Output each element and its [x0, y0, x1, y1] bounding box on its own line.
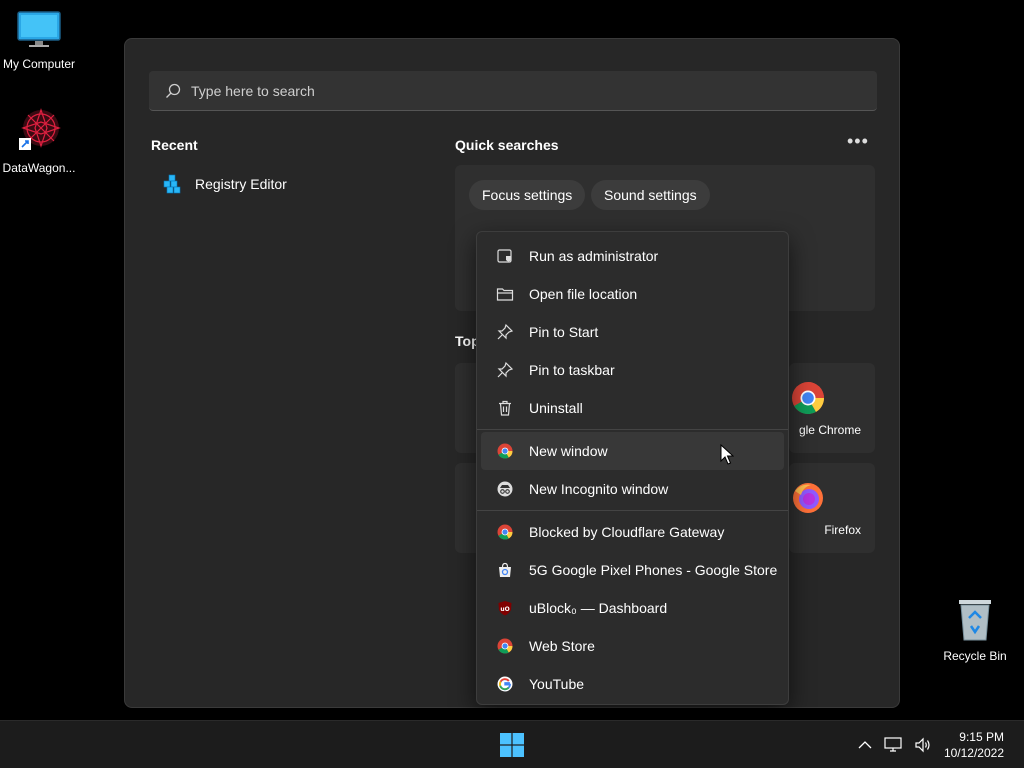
mouse-cursor-icon: [720, 444, 734, 465]
menu-ublock-dashboard[interactable]: uO uBlock₀ — Dashboard: [481, 589, 784, 627]
desktop-icon-label: Recycle Bin: [943, 649, 1007, 663]
menu-item-label: Uninstall: [529, 400, 583, 416]
menu-item-label: 5G Google Pixel Phones - Google Store: [529, 562, 778, 578]
shield-icon: [495, 246, 515, 266]
recent-item-label: Registry Editor: [195, 176, 287, 192]
pin-icon: [495, 360, 515, 380]
top-app-chrome[interactable]: gle Chrome: [789, 363, 875, 453]
menu-run-as-admin[interactable]: Run as administrator: [481, 237, 784, 275]
trash-icon: [495, 398, 515, 418]
menu-item-label: Pin to Start: [529, 324, 599, 340]
menu-google-store[interactable]: 5G Google Pixel Phones - Google Store: [481, 551, 784, 589]
datawagon-icon: [19, 108, 61, 150]
menu-pin-to-start[interactable]: Pin to Start: [481, 313, 784, 351]
google-icon: [495, 674, 515, 694]
taskbar: 9:15 PM 10/12/2022: [0, 720, 1024, 768]
firefox-icon: [793, 483, 823, 513]
clock-time: 9:15 PM: [959, 730, 1004, 744]
pin-icon: [495, 322, 515, 342]
monitor-icon: [17, 11, 61, 47]
menu-web-store[interactable]: Web Store: [481, 627, 784, 665]
folder-icon: [495, 284, 515, 304]
system-tray: 9:15 PM 10/12/2022: [858, 721, 1024, 768]
svg-text:uO: uO: [500, 606, 509, 613]
menu-youtube[interactable]: YouTube: [481, 665, 784, 703]
clock-date: 10/12/2022: [943, 746, 1004, 760]
desktop-icon-datawagon[interactable]: DataWagon...: [0, 106, 78, 175]
quick-searches-title: Quick searches: [455, 137, 559, 153]
more-options-icon[interactable]: •••: [847, 131, 869, 152]
chip-sound-settings[interactable]: Sound settings: [591, 180, 710, 210]
chrome-icon: [495, 441, 515, 461]
recent-item-registry-editor[interactable]: Registry Editor: [161, 173, 287, 195]
chrome-icon: [495, 636, 515, 656]
search-input[interactable]: Type here to search: [149, 71, 877, 111]
windows-logo-icon: [500, 733, 524, 757]
recycle-bin-icon: [959, 600, 991, 641]
menu-uninstall[interactable]: Uninstall: [481, 389, 784, 427]
menu-item-label: uBlock₀ — Dashboard: [529, 600, 668, 616]
chip-focus-settings[interactable]: Focus settings: [469, 180, 586, 210]
menu-item-label: Pin to taskbar: [529, 362, 615, 378]
menu-new-incognito-window[interactable]: New Incognito window: [481, 470, 784, 508]
menu-item-label: Web Store: [529, 638, 595, 654]
menu-item-label: Blocked by Cloudflare Gateway: [529, 524, 725, 540]
menu-blocked-cloudflare[interactable]: Blocked by Cloudflare Gateway: [481, 513, 784, 551]
registry-editor-icon: [163, 174, 181, 194]
desktop-icon-label: DataWagon...: [2, 161, 76, 175]
chevron-up-icon[interactable]: [858, 740, 872, 750]
ublock-icon: uO: [495, 598, 515, 618]
top-app-label: Firefox: [824, 523, 861, 537]
menu-pin-to-taskbar[interactable]: Pin to taskbar: [481, 351, 784, 389]
top-app-label: gle Chrome: [798, 423, 861, 437]
menu-item-label: Run as administrator: [529, 248, 659, 264]
chrome-icon: [792, 382, 825, 415]
start-button[interactable]: [500, 733, 524, 762]
menu-separator: [477, 510, 788, 511]
menu-separator: [477, 429, 788, 430]
recent-title: Recent: [151, 137, 198, 153]
menu-item-label: YouTube: [529, 676, 585, 692]
context-menu: Run as administrator Open file location …: [476, 231, 789, 705]
menu-open-file-location[interactable]: Open file location: [481, 275, 784, 313]
desktop-icon-label: My Computer: [2, 57, 76, 71]
menu-item-label: Open file location: [529, 286, 638, 302]
desktop-icon-my-computer[interactable]: My Computer: [0, 10, 78, 71]
menu-new-window[interactable]: New window: [481, 432, 784, 470]
google-store-icon: [495, 560, 515, 580]
volume-icon[interactable]: [914, 737, 932, 753]
chrome-icon: [495, 522, 515, 542]
desktop-icon-recycle-bin[interactable]: Recycle Bin: [936, 596, 1014, 663]
incognito-icon: [495, 479, 515, 499]
search-placeholder: Type here to search: [191, 82, 315, 99]
network-icon[interactable]: [884, 737, 902, 753]
menu-item-label: New window: [529, 443, 608, 459]
top-app-firefox[interactable]: Firefox: [789, 463, 875, 553]
menu-item-label: New Incognito window: [529, 481, 669, 497]
clock[interactable]: 9:15 PM 10/12/2022: [944, 729, 1004, 761]
search-icon: [166, 83, 181, 98]
